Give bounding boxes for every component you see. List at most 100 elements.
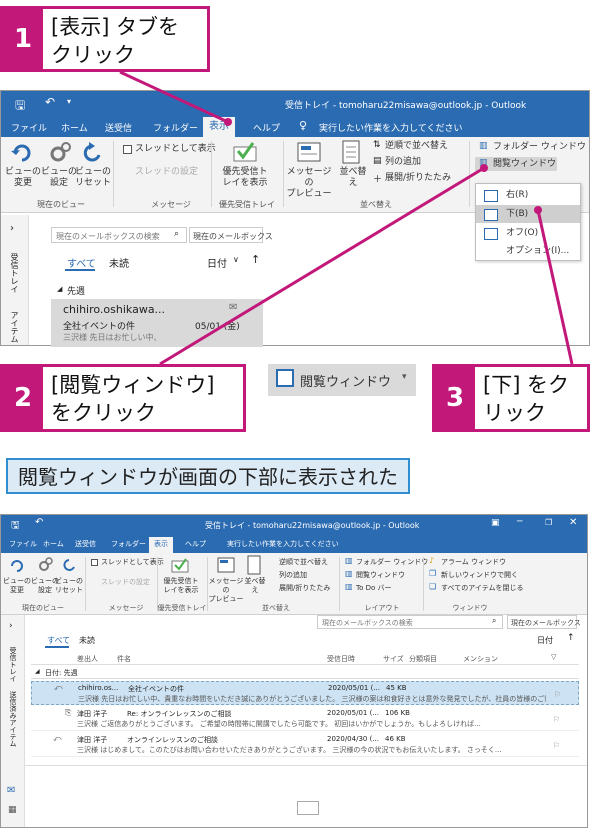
message-size: 46 KB bbox=[385, 735, 406, 743]
group-current-view: 現在のビュー bbox=[22, 604, 64, 612]
sort-button[interactable]: 並べ替 え bbox=[241, 577, 269, 595]
message-row-1[interactable]: ⤺ chihiro.os... 全社イベントの件 2020/05/01 (...… bbox=[31, 681, 579, 705]
collapse-icon[interactable]: ◢ bbox=[35, 668, 40, 675]
group-layout: レイアウト bbox=[364, 604, 400, 612]
message-preview-button[interactable]: メッセージの プレビュー bbox=[207, 577, 245, 604]
show-as-thread-checkbox[interactable] bbox=[91, 559, 98, 566]
add-column-button[interactable]: 列の追加 bbox=[279, 570, 307, 581]
reminder-window-button[interactable]: アラーム ウィンドウ bbox=[441, 557, 506, 568]
view-change-icon bbox=[11, 560, 23, 572]
chevron-right-icon[interactable]: › bbox=[9, 621, 13, 631]
reading-pane-zoom-button[interactable]: 閲覧ウィンドウ ▾ bbox=[268, 364, 416, 396]
todo-bar-icon: ▥ bbox=[345, 582, 353, 591]
message-subject: 全社イベントの件 bbox=[128, 685, 184, 693]
message-sender: chihiro.os... bbox=[78, 684, 119, 692]
callout-number: 1 bbox=[3, 9, 43, 69]
flag-icon[interactable]: ⚐ bbox=[554, 690, 561, 699]
callout-step-1: 1 [表示] タブを クリック bbox=[0, 6, 210, 72]
new-window-icon: ❐ bbox=[429, 569, 437, 578]
title-bar: 🖫 ↶ 受信トレイ - tomoharu22misawa@outlook.jp … bbox=[1, 515, 587, 535]
column-received[interactable]: 受信日時 bbox=[327, 654, 355, 664]
message-sender: 津田 洋子 bbox=[77, 710, 108, 718]
mail-icon[interactable]: ✉ bbox=[7, 785, 15, 796]
group-header[interactable]: ◢ 日付: 先週 bbox=[31, 667, 579, 679]
column-subject[interactable]: 件名 bbox=[117, 654, 131, 664]
message-date: 2020/04/30 (... bbox=[327, 735, 379, 743]
column-mention[interactable]: メンション bbox=[463, 654, 498, 664]
side-label-sent[interactable]: 送信済みアイテム bbox=[8, 691, 18, 747]
message-subject: Re: オンラインレッスンのご相談 bbox=[127, 710, 232, 718]
search-input[interactable]: 現在のメールボックスの検索 bbox=[322, 618, 413, 628]
sort-icon bbox=[247, 555, 261, 575]
column-from[interactable]: 差出人 bbox=[77, 654, 98, 664]
tab-help[interactable]: ヘルプ bbox=[185, 539, 206, 549]
flag-column-icon[interactable]: ▽ bbox=[551, 653, 556, 661]
message-date: 2020/05/01 (... bbox=[327, 709, 379, 717]
search-box[interactable]: 現在のメールボックスの検索 ⌕ bbox=[317, 615, 503, 629]
callout-step-2: 2 [閲覧ウィンドウ] をクリック bbox=[0, 364, 246, 432]
reading-pane-button[interactable]: 閲覧ウィンドウ bbox=[356, 570, 405, 581]
ribbon-display-icon[interactable]: ▣ bbox=[491, 518, 500, 528]
close-all-items-button[interactable]: すべてのアイテムを閉じる bbox=[441, 583, 524, 594]
column-category[interactable]: 分類項目 bbox=[409, 654, 437, 664]
filter-all-tab[interactable]: すべて bbox=[47, 635, 70, 646]
close-all-icon: ❏ bbox=[429, 582, 437, 591]
ribbon-panel: ビューの 変更 ビューの 設定 ビューの リセット 現在のビュー スレッドとして… bbox=[1, 553, 587, 615]
sort-by-select[interactable]: 日付 bbox=[537, 635, 553, 646]
filter-all-underline bbox=[45, 646, 69, 648]
priority-inbox-button[interactable]: 優先受信ト レイを表示 bbox=[159, 577, 203, 595]
folder-rail: › 受信トレイ 送信済みアイテム ✉ ▦ bbox=[1, 615, 25, 827]
reading-pane-icon bbox=[276, 369, 294, 387]
bottom-outlook-window: 🖫 ↶ 受信トレイ - tomoharu22misawa@outlook.jp … bbox=[0, 514, 588, 828]
sort-arrow-icon[interactable]: ↑ bbox=[567, 633, 575, 643]
restore-icon[interactable]: ❐ bbox=[545, 518, 552, 527]
search-icon[interactable]: ⌕ bbox=[492, 616, 496, 626]
close-icon[interactable]: ✕ bbox=[569, 517, 577, 528]
folder-pane-button[interactable]: フォルダー ウィンドウ bbox=[356, 557, 428, 568]
callout-number: 2 bbox=[3, 367, 43, 429]
window-title: 受信トレイ - tomoharu22misawa@outlook.jp - Ou… bbox=[205, 521, 420, 530]
column-size[interactable]: サイズ bbox=[383, 654, 404, 664]
group-arrangement: 並べ替え bbox=[262, 604, 290, 612]
tab-send-receive[interactable]: 送受信 bbox=[75, 539, 96, 549]
filter-unread-tab[interactable]: 未読 bbox=[79, 635, 95, 646]
view-change-button[interactable]: ビューの 変更 bbox=[3, 577, 31, 595]
tab-home[interactable]: ホーム bbox=[43, 539, 64, 549]
tell-me-input[interactable]: 実行したい作業を入力してください bbox=[227, 539, 339, 549]
folder-pane-icon: ▥ bbox=[345, 556, 353, 565]
thread-settings-button[interactable]: スレッドの設定 bbox=[101, 577, 150, 588]
message-row-2[interactable]: ⎘ 津田 洋子 Re: オンラインレッスンのご相談 2020/05/01 (..… bbox=[31, 707, 579, 731]
message-preview: 三沢様 ご返信ありがとうございます。 ご希望の時間帯に開講でしたら可能です。 初… bbox=[77, 720, 481, 728]
reading-pane-splitter[interactable] bbox=[25, 765, 587, 766]
tab-file[interactable]: ファイル bbox=[9, 539, 37, 549]
search-scope-select[interactable]: 現在のメールボックス bbox=[507, 615, 581, 629]
flag-icon[interactable]: ⚐ bbox=[553, 741, 560, 750]
tab-folder[interactable]: フォルダー bbox=[111, 539, 146, 549]
minimize-icon[interactable]: ─ bbox=[517, 517, 522, 527]
side-label-inbox[interactable]: 受信トレイ bbox=[8, 647, 18, 682]
empty-reading-pane-envelope-icon bbox=[297, 801, 319, 815]
expand-collapse-button[interactable]: 展開/折りたたみ bbox=[279, 583, 330, 594]
calendar-icon[interactable]: ▦ bbox=[8, 805, 17, 815]
todo-bar-button[interactable]: To Do バー bbox=[356, 583, 392, 594]
undo-icon[interactable]: ↶ bbox=[35, 517, 43, 528]
ribbon-tabs: ファイル ホーム 送受信 フォルダー 表示 ヘルプ 実行したい作業を入力してくだ… bbox=[1, 535, 587, 557]
view-reset-button[interactable]: ビューの リセット bbox=[55, 577, 83, 595]
attachment-icon: ⎘ bbox=[65, 708, 72, 717]
callout-step-3: 3 [下] をク リック bbox=[432, 364, 590, 432]
flag-icon[interactable]: ⚐ bbox=[553, 715, 560, 724]
open-new-window-button[interactable]: 新しいウィンドウで開く bbox=[441, 570, 518, 581]
message-size: 106 KB bbox=[385, 709, 410, 717]
message-size: 45 KB bbox=[386, 684, 407, 692]
reverse-sort-button[interactable]: 逆順で並べ替え bbox=[279, 557, 328, 568]
column-header-row: 差出人 件名 受信日時 サイズ 分類項目 メンション ▽ bbox=[31, 653, 579, 665]
save-icon[interactable]: 🖫 bbox=[11, 518, 20, 535]
callout-text: [表示] タブを クリック bbox=[51, 15, 180, 67]
message-sender: 津田 洋子 bbox=[77, 736, 108, 744]
group-priority-inbox: 優先受信トレイ bbox=[157, 604, 207, 612]
message-date: 2020/05/01 (... bbox=[328, 684, 380, 692]
search-scope-label: 現在のメールボックス bbox=[511, 619, 581, 627]
result-caption: 閲覧ウィンドウが画面の下部に表示された bbox=[6, 458, 410, 494]
message-row-3[interactable]: ⤺ 津田 洋子 オンラインレッスンのご相談 2020/04/30 (... 46… bbox=[31, 733, 579, 757]
reply-icon: ⤺ bbox=[53, 734, 62, 743]
